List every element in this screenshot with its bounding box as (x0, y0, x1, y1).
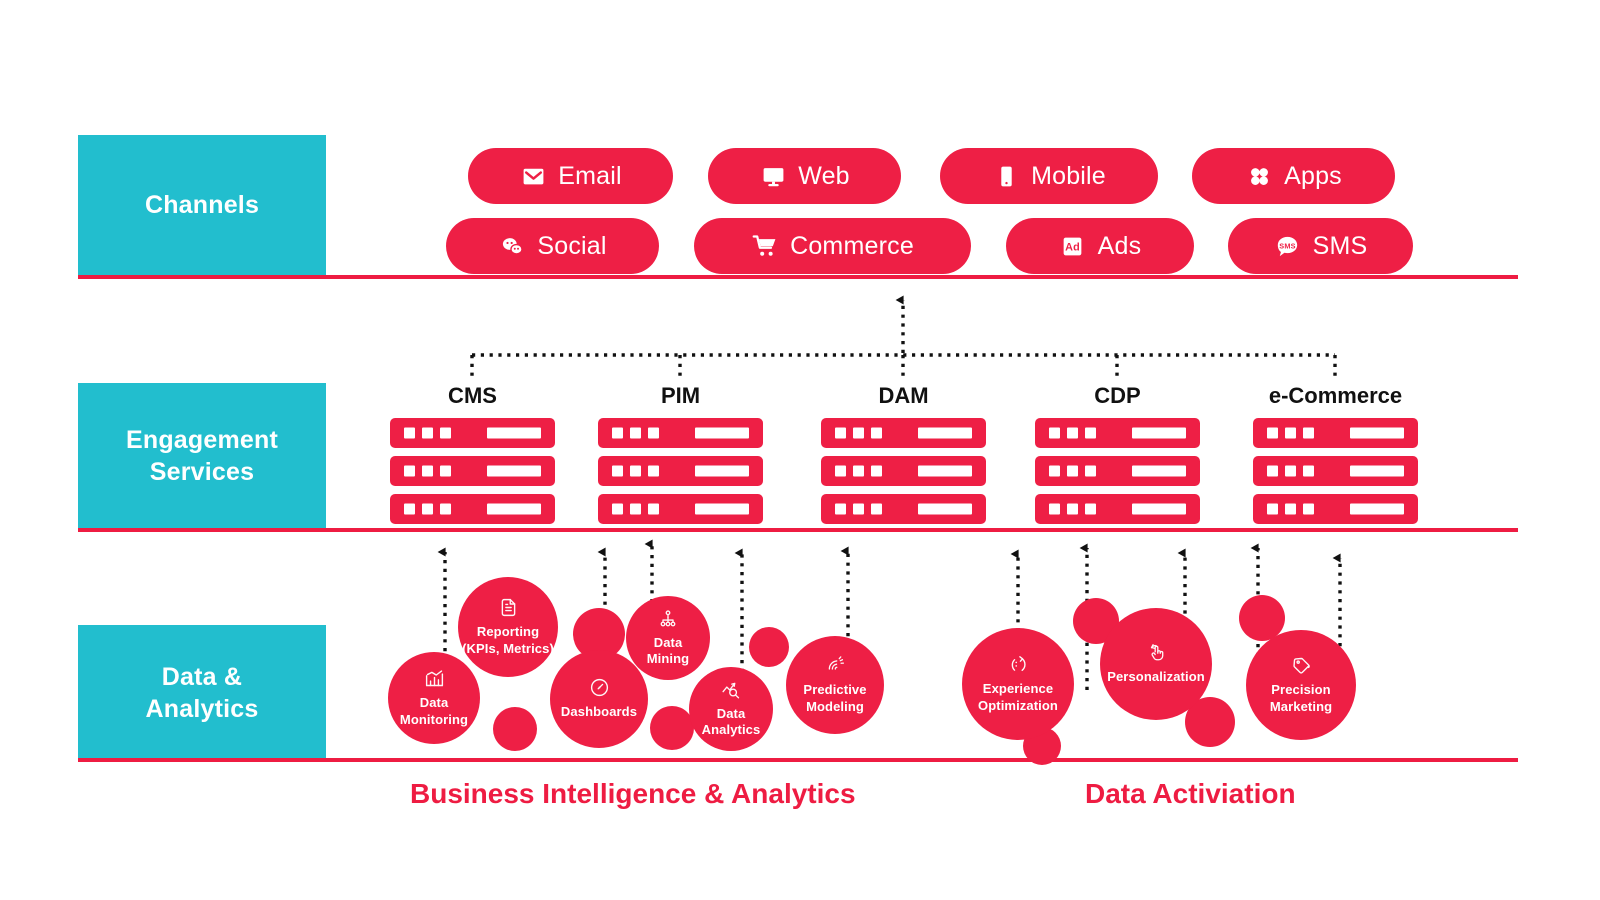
server-rack-row (1035, 456, 1200, 486)
hand-tap-icon (1146, 642, 1167, 666)
gauge-icon (589, 677, 610, 701)
bubble-personalization-label: Personalization (1107, 669, 1205, 685)
bubble-experience-optimization[interactable]: Experience Optimization (962, 628, 1074, 740)
decorative-circle (650, 706, 694, 750)
channel-pill-web-label: Web (798, 161, 850, 190)
service-column-pim: PIM (598, 383, 763, 524)
bar-chart-icon (424, 668, 445, 692)
server-rack-row (598, 418, 763, 448)
channel-pill-ads[interactable]: Ad Ads (1006, 218, 1194, 274)
service-column-ecommerce: e-Commerce (1253, 383, 1418, 524)
diagram-canvas: Channels Engagement Services Data & Anal… (0, 0, 1600, 900)
hierarchy-icon (658, 609, 678, 632)
server-rack-row (1253, 456, 1418, 486)
cursor-arrow-icon (1008, 654, 1029, 678)
envelope-icon (519, 162, 547, 190)
service-title-ecommerce: e-Commerce (1268, 383, 1403, 408)
server-rack-row (1035, 418, 1200, 448)
service-title-cms: CMS (448, 383, 497, 408)
channel-pill-web[interactable]: Web (708, 148, 901, 204)
divider-channels (78, 275, 1518, 279)
service-title-pim: PIM (660, 383, 701, 408)
chart-search-icon (721, 680, 741, 703)
bubble-predictive-modeling[interactable]: Predictive Modeling (786, 636, 884, 734)
divider-engagement (78, 528, 1518, 532)
bubble-dashboards-label: Dashboards (560, 704, 638, 720)
channel-pill-apps[interactable]: Apps (1192, 148, 1395, 204)
channel-pill-ads-label: Ads (1097, 231, 1142, 260)
smartphone-icon (992, 162, 1020, 190)
band-label-data-analytics-text: Data & Analytics (145, 662, 259, 723)
bubble-data-monitoring[interactable]: Data Monitoring (388, 652, 480, 744)
server-rack-row (821, 494, 986, 524)
channel-pill-commerce[interactable]: Commerce (694, 218, 971, 274)
band-label-engagement-text: Engagement Services (125, 425, 279, 486)
bubble-reporting[interactable]: Reporting (KPIs, Metrics) (458, 577, 558, 677)
server-rack-row (390, 494, 555, 524)
channel-pill-sms-label: SMS (1312, 231, 1368, 260)
tag-icon (1291, 655, 1312, 679)
service-column-cms: CMS (390, 383, 555, 524)
signal-waves-icon (825, 655, 846, 679)
caption-data-activation: Data Activiation (1085, 778, 1296, 809)
apps-grid-icon (1245, 162, 1273, 190)
bubble-data-mining[interactable]: Data Mining (626, 596, 710, 680)
service-column-dam: DAM (821, 383, 986, 524)
channel-pill-social[interactable]: Social (446, 218, 659, 274)
bubble-dashboards[interactable]: Dashboards (550, 650, 648, 748)
monitor-icon (759, 162, 787, 190)
server-rack-row (1253, 494, 1418, 524)
bubble-precision-marketing[interactable]: Precision Marketing (1246, 630, 1356, 740)
server-rack-row (390, 418, 555, 448)
band-label-engagement: Engagement Services (78, 383, 326, 528)
shopping-cart-icon (751, 232, 779, 260)
channel-pill-email-label: Email (558, 161, 622, 190)
svg-text:SMS: SMS (1279, 241, 1295, 250)
server-rack-row (821, 418, 986, 448)
bubble-personalization[interactable]: Personalization (1100, 608, 1212, 720)
channel-pill-email[interactable]: Email (468, 148, 673, 204)
service-title-dam: DAM (878, 383, 929, 408)
ad-badge-icon: Ad (1059, 232, 1087, 260)
server-rack-row (821, 456, 986, 486)
bubble-data-mining-label: Data Mining (646, 634, 690, 666)
band-label-channels-text: Channels (144, 191, 260, 219)
divider-data-analytics (78, 758, 1518, 762)
band-label-data-analytics: Data & Analytics (78, 625, 326, 760)
chat-bubbles-icon (498, 232, 526, 260)
channel-pill-sms[interactable]: SMS SMS (1228, 218, 1413, 274)
decorative-circle (749, 627, 789, 667)
band-label-channels: Channels (78, 135, 326, 275)
bubble-experience-optimization-label: Experience Optimization (978, 681, 1058, 713)
bubble-reporting-label: Reporting (KPIs, Metrics) (462, 624, 554, 656)
channel-pill-mobile[interactable]: Mobile (940, 148, 1158, 204)
bubble-predictive-modeling-label: Predictive Modeling (803, 682, 867, 714)
server-rack-row (1035, 494, 1200, 524)
caption-business-intelligence: Business Intelligence & Analytics (410, 778, 856, 809)
bubble-data-analytics-label: Data Analytics (701, 705, 761, 737)
bubble-data-monitoring-label: Data Monitoring (399, 695, 469, 727)
service-column-cdp: CDP (1035, 383, 1200, 524)
bubble-data-analytics[interactable]: Data Analytics (689, 667, 773, 751)
server-rack-row (598, 494, 763, 524)
svg-text:Ad: Ad (1065, 241, 1080, 253)
server-rack-row (390, 456, 555, 486)
sms-bubble-icon: SMS (1274, 232, 1302, 260)
channel-pill-commerce-label: Commerce (790, 231, 914, 260)
channel-pill-apps-label: Apps (1284, 161, 1342, 190)
document-icon (498, 597, 519, 621)
service-title-cdp: CDP (1094, 383, 1141, 408)
server-rack-row (598, 456, 763, 486)
channel-pill-social-label: Social (537, 231, 607, 260)
bubble-precision-marketing-label: Precision Marketing (1269, 682, 1333, 714)
server-rack-row (1253, 418, 1418, 448)
channel-pill-mobile-label: Mobile (1031, 161, 1106, 190)
decorative-circle (493, 707, 537, 751)
